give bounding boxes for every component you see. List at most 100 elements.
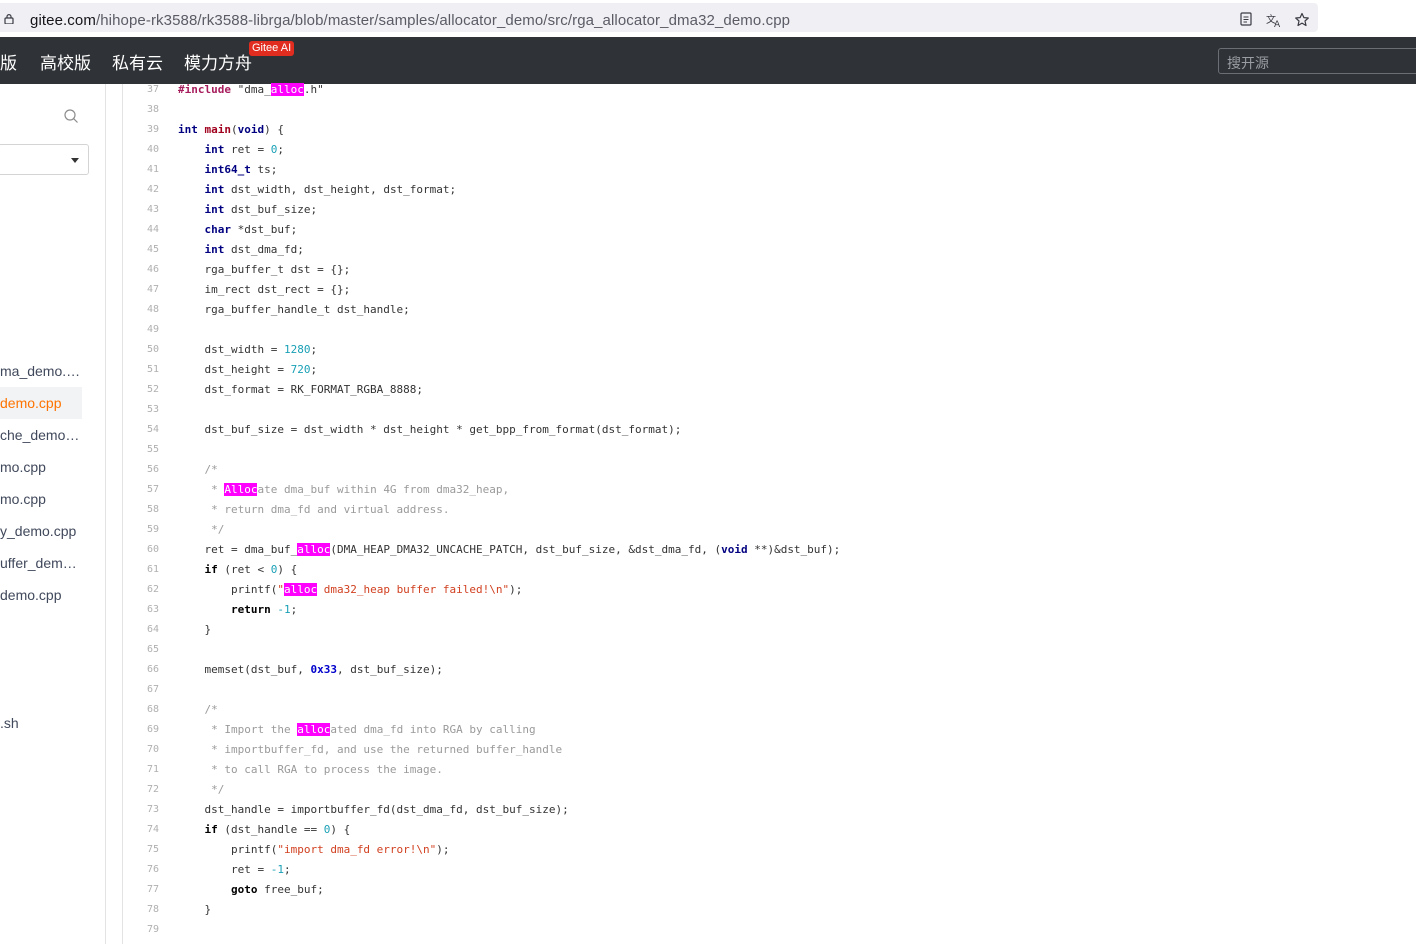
line-number[interactable]: 77 xyxy=(123,880,159,900)
reader-icon[interactable] xyxy=(1237,12,1255,30)
code-line: 76 ret = -1; xyxy=(123,860,1416,880)
line-number[interactable]: 78 xyxy=(123,900,159,920)
nav-item-edition[interactable]: 版 xyxy=(0,49,17,74)
code-line: 45 int dst_dma_fd; xyxy=(123,240,1416,260)
file-tree-item[interactable]: demo.cpp xyxy=(0,579,82,611)
code-line: 52 dst_format = RK_FORMAT_RGBA_8888; xyxy=(123,380,1416,400)
site-top-nav: 版 高校版 私有云 模力方舟 Gitee AI 搜开源 xyxy=(0,37,1416,84)
file-tree-item[interactable]: che_demo.cpp xyxy=(0,419,82,451)
line-number[interactable]: 71 xyxy=(123,760,159,780)
file-tree-item[interactable]: .sh xyxy=(0,707,82,739)
line-number[interactable]: 58 xyxy=(123,500,159,520)
line-number[interactable]: 67 xyxy=(123,680,159,700)
line-number[interactable]: 50 xyxy=(123,340,159,360)
file-tree-item[interactable]: ma_demo.cpp xyxy=(0,355,82,387)
line-number[interactable]: 45 xyxy=(123,240,159,260)
code-text: * return dma_fd and virtual address. xyxy=(178,503,450,516)
code-text: int64_t ts; xyxy=(204,163,278,176)
search-placeholder: 搜开源 xyxy=(1227,55,1269,71)
code-text: im_rect dst_rect = {}; xyxy=(178,283,351,296)
line-number[interactable]: 42 xyxy=(123,180,159,200)
code-line: 79 xyxy=(123,920,1416,940)
code-text: * importbuffer_fd, and use the returned … xyxy=(178,743,563,756)
url-text[interactable]: gitee.com/hihope-rk3588/rk3588-librga/bl… xyxy=(30,12,790,29)
code-text: printf("alloc dma32_heap buffer failed!\… xyxy=(178,583,523,596)
line-number[interactable]: 62 xyxy=(123,580,159,600)
line-number[interactable]: 76 xyxy=(123,860,159,880)
line-number[interactable]: 66 xyxy=(123,660,159,680)
file-tree-item[interactable]: mo.cpp xyxy=(0,451,82,483)
line-number[interactable]: 51 xyxy=(123,360,159,380)
file-tree-item[interactable]: uffer_demo.cpp xyxy=(0,547,82,579)
line-number[interactable]: 75 xyxy=(123,840,159,860)
nav-item-private-cloud[interactable]: 私有云 xyxy=(112,49,163,74)
line-number[interactable]: 60 xyxy=(123,540,159,560)
line-number[interactable]: 73 xyxy=(123,800,159,820)
line-number[interactable]: 49 xyxy=(123,320,159,340)
line-number[interactable]: 61 xyxy=(123,560,159,580)
code-line: 54 dst_buf_size = dst_width * dst_height… xyxy=(123,420,1416,440)
search-highlight: alloc xyxy=(270,83,304,96)
search-highlight: alloc xyxy=(297,543,331,556)
line-number[interactable]: 37 xyxy=(123,80,159,100)
line-number[interactable]: 74 xyxy=(123,820,159,840)
line-number[interactable]: 46 xyxy=(123,260,159,280)
file-tree-item[interactable]: mo.cpp xyxy=(0,483,82,515)
line-number[interactable]: 38 xyxy=(123,100,159,120)
code-text: #include "dma_alloc.h" xyxy=(178,83,324,96)
line-number[interactable]: 63 xyxy=(123,600,159,620)
line-number[interactable]: 41 xyxy=(123,160,159,180)
code-text: /* xyxy=(178,463,218,476)
code-line: 57 * Allocate dma_buf within 4G from dma… xyxy=(123,480,1416,500)
nav-item-university[interactable]: 高校版 xyxy=(40,49,91,74)
branch-select[interactable] xyxy=(0,144,89,175)
line-number[interactable]: 52 xyxy=(123,380,159,400)
line-number[interactable]: 57 xyxy=(123,480,159,500)
line-number[interactable]: 47 xyxy=(123,280,159,300)
code-text: ret = dma_buf_alloc(DMA_HEAP_DMA32_UNCAC… xyxy=(178,543,841,556)
line-number[interactable]: 40 xyxy=(123,140,159,160)
code-text: dst_height = 720; xyxy=(178,363,318,376)
code-line: 41 int64_t ts; xyxy=(123,160,1416,180)
search-open-source-input[interactable]: 搜开源 xyxy=(1218,48,1416,74)
code-line: 40 int ret = 0; xyxy=(123,140,1416,160)
code-text: int dst_dma_fd; xyxy=(204,243,304,256)
line-number[interactable]: 53 xyxy=(123,400,159,420)
code-text: rga_buffer_handle_t dst_handle; xyxy=(178,303,410,316)
code-line: 78 } xyxy=(123,900,1416,920)
code-line: 63 return -1; xyxy=(123,600,1416,620)
line-number[interactable]: 64 xyxy=(123,620,159,640)
code-text: */ xyxy=(178,523,225,536)
line-number[interactable]: 54 xyxy=(123,420,159,440)
file-tree-item-active[interactable]: demo.cpp xyxy=(0,387,82,419)
line-number[interactable]: 59 xyxy=(123,520,159,540)
line-number[interactable]: 55 xyxy=(123,440,159,460)
code-line: 56 /* xyxy=(123,460,1416,480)
code-text: } xyxy=(178,903,212,916)
line-number[interactable]: 56 xyxy=(123,460,159,480)
url-field[interactable]: gitee.com/hihope-rk3588/rk3588-librga/bl… xyxy=(0,3,1318,32)
line-number[interactable]: 68 xyxy=(123,700,159,720)
code-text: * Import the allocated dma_fd into RGA b… xyxy=(178,723,536,736)
lock-icon[interactable] xyxy=(4,14,14,24)
line-number[interactable]: 70 xyxy=(123,740,159,760)
line-number[interactable]: 44 xyxy=(123,220,159,240)
file-tree-item[interactable]: y_demo.cpp xyxy=(0,515,82,547)
line-number[interactable]: 65 xyxy=(123,640,159,660)
code-text: dst_format = RK_FORMAT_RGBA_8888; xyxy=(178,383,424,396)
code-text: int dst_buf_size; xyxy=(204,203,318,216)
line-number[interactable]: 72 xyxy=(123,780,159,800)
nav-item-moli-fangzhou[interactable]: 模力方舟 xyxy=(184,49,252,74)
code-text: memset(dst_buf, 0x33, dst_buf_size); xyxy=(178,663,443,676)
code-line: 67 xyxy=(123,680,1416,700)
line-number[interactable]: 43 xyxy=(123,200,159,220)
line-number[interactable]: 79 xyxy=(123,920,159,940)
code-line: 74 if (dst_handle == 0) { xyxy=(123,820,1416,840)
line-number[interactable]: 69 xyxy=(123,720,159,740)
bookmark-star-icon[interactable] xyxy=(1293,12,1311,30)
code-text: int ret = 0; xyxy=(204,143,284,156)
search-icon[interactable] xyxy=(63,108,79,124)
translate-icon[interactable]: 文A xyxy=(1265,12,1283,30)
line-number[interactable]: 48 xyxy=(123,300,159,320)
line-number[interactable]: 39 xyxy=(123,120,159,140)
